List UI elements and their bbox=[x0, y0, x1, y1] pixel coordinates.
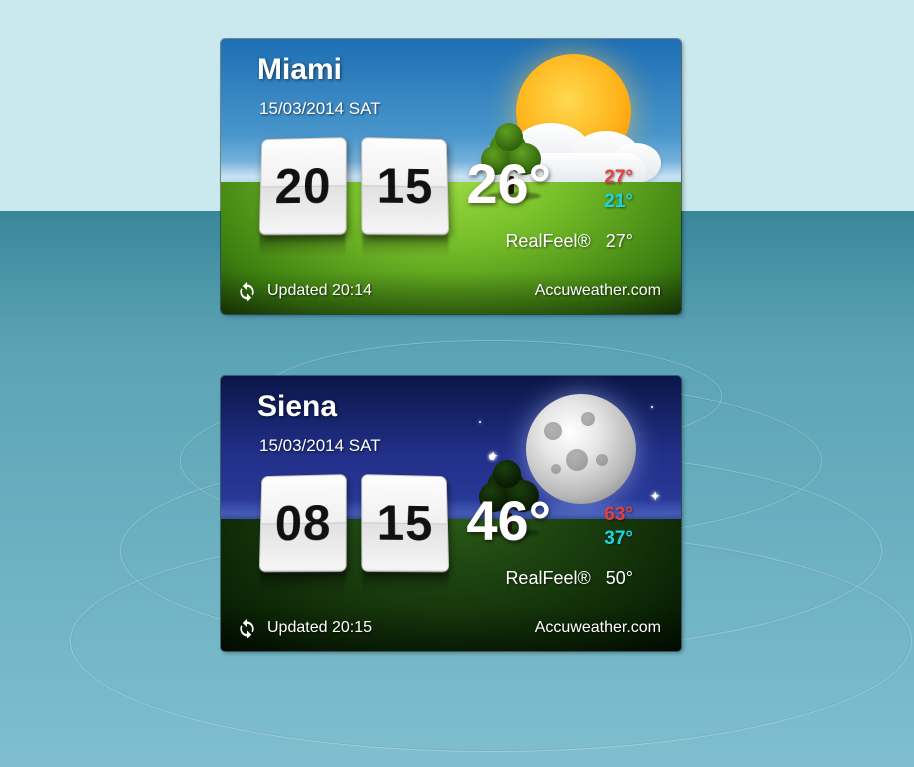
date-label: 15/03/2014 SAT bbox=[259, 99, 381, 119]
realfeel-label: RealFeel® bbox=[505, 568, 590, 588]
flip-clock[interactable]: 08 15 bbox=[259, 474, 449, 572]
star-icon bbox=[479, 421, 481, 423]
temperature-low: 21° bbox=[604, 191, 633, 213]
temperature-high: 63° bbox=[604, 504, 633, 526]
flip-clock[interactable]: 20 15 bbox=[259, 137, 449, 235]
refresh-button[interactable]: Updated 20:14 bbox=[237, 281, 372, 301]
source-link[interactable]: Accuweather.com bbox=[535, 619, 661, 637]
refresh-icon bbox=[237, 618, 257, 638]
clock-hours: 20 bbox=[259, 137, 347, 235]
source-link[interactable]: Accuweather.com bbox=[535, 282, 661, 300]
refresh-icon bbox=[237, 281, 257, 301]
updated-label: Updated 20:14 bbox=[267, 282, 372, 300]
wallpaper: Miami 15/03/2014 SAT 20 15 26° 27° 21° R… bbox=[0, 0, 914, 767]
clock-hours-text: 20 bbox=[274, 157, 332, 215]
realfeel-value: 27° bbox=[606, 231, 633, 251]
clock-minutes-text: 15 bbox=[376, 157, 434, 215]
realfeel-label: RealFeel® bbox=[505, 231, 590, 251]
widget-footer: Updated 20:15 Accuweather.com bbox=[221, 609, 681, 651]
clock-hours: 08 bbox=[259, 474, 347, 572]
refresh-button[interactable]: Updated 20:15 bbox=[237, 618, 372, 638]
temperature-high: 27° bbox=[604, 167, 633, 189]
sparkle-icon: ✦ bbox=[649, 488, 661, 505]
weather-widget-miami[interactable]: Miami 15/03/2014 SAT 20 15 26° 27° 21° R… bbox=[221, 39, 681, 314]
weather-widget-siena[interactable]: ✦ ✦ Siena 15/03/2014 SAT 08 15 bbox=[221, 376, 681, 651]
star-icon bbox=[651, 406, 653, 408]
city-name: Miami bbox=[257, 53, 342, 87]
realfeel-row: RealFeel® 50° bbox=[433, 568, 633, 589]
clock-minutes: 15 bbox=[361, 137, 449, 235]
city-name: Siena bbox=[257, 390, 337, 424]
updated-label: Updated 20:15 bbox=[267, 619, 372, 637]
temperature-current: 26° bbox=[466, 151, 551, 216]
clock-minutes-text: 15 bbox=[376, 494, 434, 552]
clock-hours-text: 08 bbox=[274, 494, 332, 552]
date-label: 15/03/2014 SAT bbox=[259, 436, 381, 456]
widget-footer: Updated 20:14 Accuweather.com bbox=[221, 272, 681, 314]
temperature-current: 46° bbox=[466, 488, 551, 553]
realfeel-value: 50° bbox=[606, 568, 633, 588]
temperature-low: 37° bbox=[604, 528, 633, 550]
clock-minutes: 15 bbox=[361, 474, 449, 572]
realfeel-row: RealFeel® 27° bbox=[433, 231, 633, 252]
